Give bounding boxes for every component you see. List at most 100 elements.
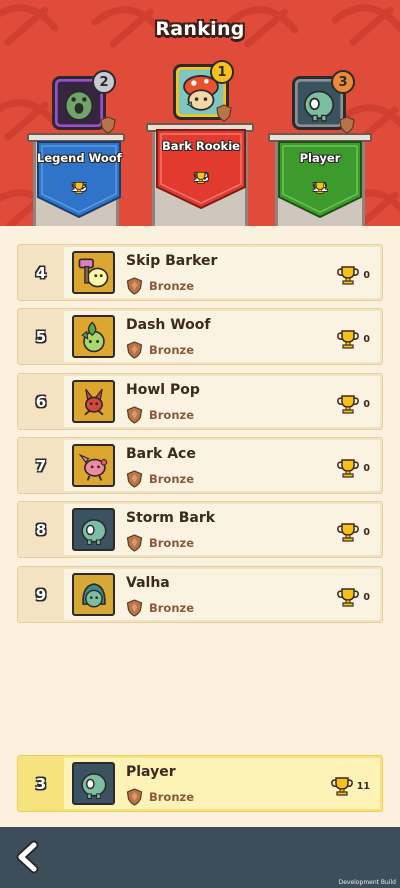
- bronze-shield-icon: [339, 116, 355, 134]
- row-avatar[interactable]: [72, 251, 115, 294]
- rank-badge-number: 3: [338, 74, 348, 90]
- build-label: Development Build: [338, 879, 396, 886]
- row-body: Dash Woof Bronze 0: [64, 311, 380, 362]
- ranking-row[interactable]: 5 Dash Woof Bronze 0: [17, 308, 383, 365]
- rank-badge-number: 1: [217, 64, 227, 80]
- back-arrow-icon: [16, 840, 39, 874]
- row-score: 0: [336, 394, 370, 414]
- row-tier: Bronze: [126, 599, 194, 617]
- bronze-shield-icon: [216, 104, 232, 122]
- row-rank: 6: [35, 392, 47, 411]
- pink-pig-avatar-icon: [78, 453, 108, 481]
- trophy-icon: [337, 395, 360, 414]
- row-player-name: Player: [126, 764, 176, 780]
- row-body: Player Bronze 11: [64, 758, 380, 809]
- back-button[interactable]: [12, 840, 46, 874]
- podium-banner-first: Bark Rookie 18: [156, 129, 246, 209]
- row-rank: 7: [35, 456, 47, 475]
- row-score-value: 0: [363, 462, 370, 474]
- row-avatar[interactable]: [72, 762, 115, 805]
- trophy-icon: [337, 330, 360, 349]
- page-title: Ranking: [155, 18, 245, 40]
- leaf-creature-avatar-icon: [81, 321, 105, 353]
- podium-name-second: Legend Woof: [37, 151, 122, 165]
- row-avatar[interactable]: [72, 573, 115, 616]
- row-rank: 8: [35, 520, 47, 539]
- row-score-value: 0: [363, 526, 370, 538]
- row-tier-label: Bronze: [149, 343, 195, 357]
- ranking-header: Ranking 2 1 3 Legend Woof Bark Rookie Pl…: [0, 0, 400, 226]
- ranking-row[interactable]: 6 Howl Pop Bronze 0: [17, 373, 383, 430]
- rank-badge-first: 1: [210, 60, 234, 84]
- rank-badge-second: 2: [92, 70, 116, 94]
- row-score-value: 0: [363, 591, 370, 603]
- ranking-row[interactable]: 8 Storm Bark Bronze 0: [17, 501, 383, 558]
- podium-banner-second: Legend Woof 15: [37, 141, 122, 218]
- bronze-shield-icon: [126, 599, 143, 617]
- row-tier-label: Bronze: [149, 472, 195, 486]
- podium-banner-third: Player 11: [278, 141, 362, 218]
- podium-score-third: 11: [278, 181, 362, 194]
- trophy-icon: [330, 777, 353, 796]
- row-player-name: Bark Ace: [126, 446, 196, 462]
- ranking-row[interactable]: 7 Bark Ace Bronze 0: [17, 437, 383, 494]
- trophy-icon: [337, 588, 360, 607]
- row-avatar[interactable]: [72, 444, 115, 487]
- podium-score-first: 18: [156, 171, 246, 184]
- hooded-blob-avatar-icon: [82, 583, 106, 608]
- row-tier-label: Bronze: [149, 601, 195, 615]
- row-tier: Bronze: [126, 277, 194, 295]
- podium-score-second: 15: [37, 181, 121, 194]
- player-ranking-row[interactable]: 3 Player Bronze 11: [17, 755, 383, 812]
- row-tier: Bronze: [126, 341, 194, 359]
- trophy-icon: [337, 523, 360, 542]
- hammer-creature-avatar-icon: [78, 258, 109, 288]
- row-score-value: 0: [363, 333, 370, 345]
- rank-badge-number: 2: [99, 74, 109, 90]
- row-score: 0: [336, 265, 370, 285]
- row-player-name: Dash Woof: [126, 317, 211, 333]
- zombie-blob-avatar-icon: [81, 773, 107, 800]
- row-tier: Bronze: [126, 470, 194, 488]
- bronze-shield-icon: [126, 470, 143, 488]
- rank-badge-third: 3: [331, 70, 355, 94]
- row-score: 0: [336, 458, 370, 478]
- row-rank: 4: [35, 263, 47, 282]
- row-rank: 5: [35, 327, 47, 346]
- row-score: 0: [336, 522, 370, 542]
- row-tier: Bronze: [126, 406, 194, 424]
- row-tier-label: Bronze: [149, 790, 195, 804]
- row-avatar[interactable]: [72, 315, 115, 358]
- ranking-row[interactable]: 4 Skip Barker Bronze 0: [17, 244, 383, 301]
- trophy-icon: [337, 266, 360, 285]
- row-score: 0: [336, 587, 370, 607]
- row-player-name: Skip Barker: [126, 253, 218, 269]
- teal-blob-avatar-icon: [81, 519, 107, 546]
- trophy-icon: [193, 171, 209, 184]
- row-score-value: 0: [363, 269, 370, 281]
- bronze-shield-icon: [126, 341, 143, 359]
- row-avatar[interactable]: [72, 380, 115, 423]
- row-tier: Bronze: [126, 534, 194, 552]
- row-rank: 3: [35, 774, 47, 793]
- row-tier-label: Bronze: [149, 279, 195, 293]
- trophy-icon: [71, 181, 87, 194]
- row-body: Valha Bronze 0: [64, 569, 380, 620]
- bronze-shield-icon: [126, 788, 143, 806]
- row-body: Skip Barker Bronze 0: [64, 247, 380, 298]
- podium-name-third: Player: [299, 151, 341, 165]
- trophy-icon: [337, 459, 360, 478]
- ranking-row[interactable]: 9 Valha Bronze 0: [17, 566, 383, 623]
- bronze-shield-icon: [126, 406, 143, 424]
- row-player-name: Howl Pop: [126, 382, 200, 398]
- podium-name-first: Bark Rookie: [162, 139, 240, 153]
- row-score-value: 0: [363, 398, 370, 410]
- row-score-value: 11: [356, 780, 370, 792]
- row-tier: Bronze: [126, 788, 194, 806]
- bronze-shield-icon: [126, 534, 143, 552]
- row-score: 11: [330, 776, 370, 796]
- row-body: Storm Bark Bronze 0: [64, 504, 380, 555]
- trophy-icon: [312, 181, 328, 194]
- row-tier-label: Bronze: [149, 536, 195, 550]
- row-avatar[interactable]: [72, 508, 115, 551]
